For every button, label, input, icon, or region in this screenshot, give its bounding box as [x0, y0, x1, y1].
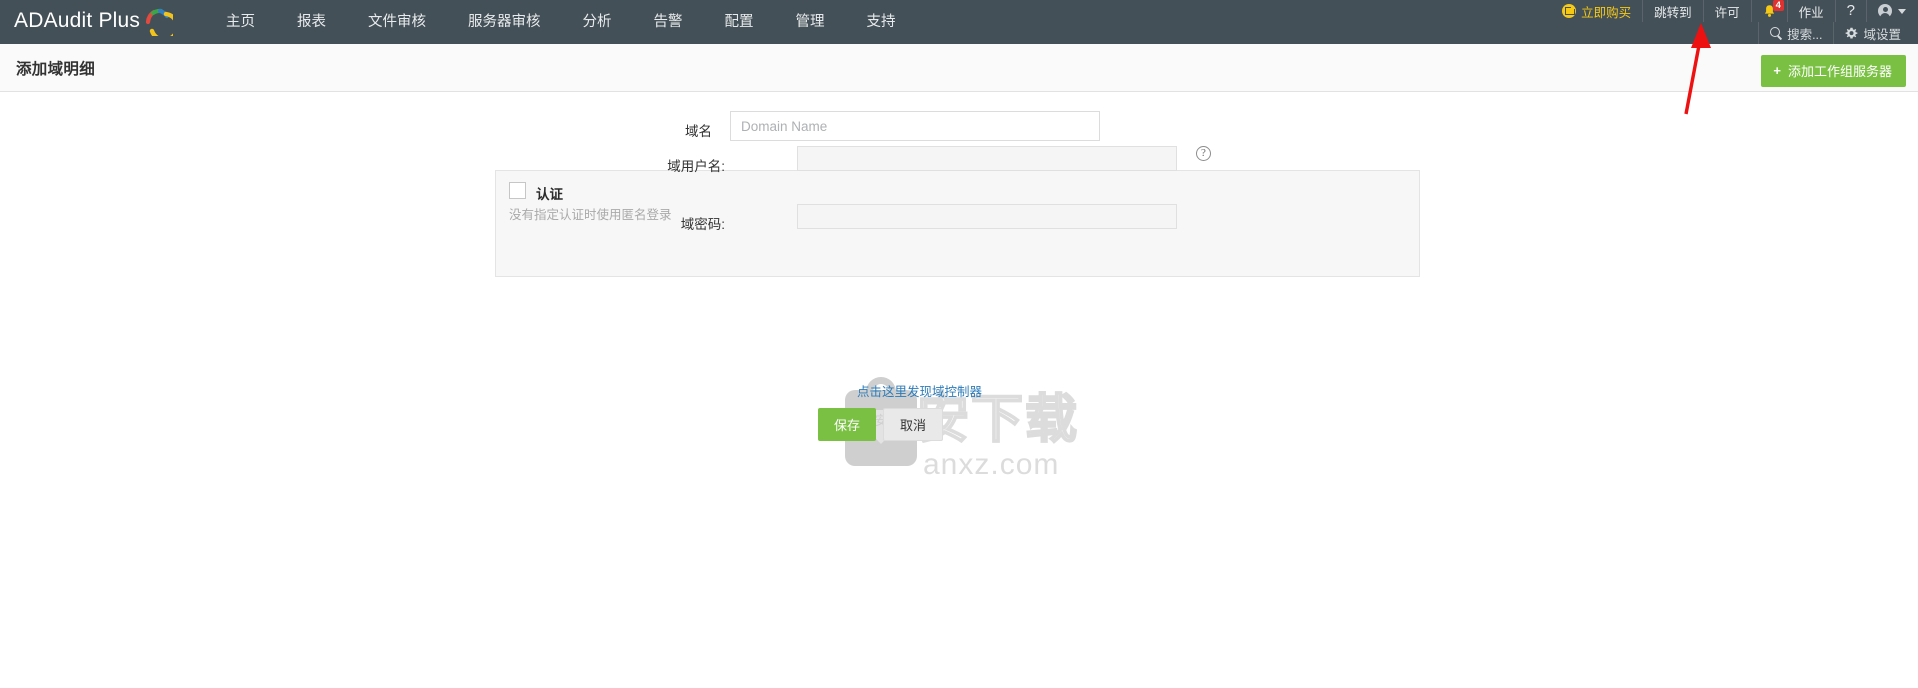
help-button[interactable]: ?	[1836, 0, 1867, 22]
app-logo[interactable]: ADAudit Plus	[14, 4, 180, 43]
domain-password-input[interactable]	[797, 204, 1177, 229]
form-actions: 保存 取消	[818, 408, 944, 441]
utility-bar-second: 搜索... 域设置	[1758, 22, 1912, 44]
jump-to-button[interactable]: 跳转到	[1643, 0, 1704, 22]
page-root: ADAudit Plus 主页 报表 文件审核 服务器审核 分析 告警 配置 管…	[0, 0, 1918, 688]
app-logo-text: ADAudit Plus	[14, 9, 141, 32]
domain-username-label: 域用户名:	[667, 159, 725, 174]
license-button[interactable]: 许可	[1704, 0, 1752, 22]
main-content: 域名 认证 没有指定认证时使用匿名登录 域用户名: ? 域密码: 安 安下载 a…	[0, 93, 1918, 688]
nav-item-home[interactable]: 主页	[205, 0, 276, 44]
bell-icon: 4	[1763, 0, 1784, 18]
add-workgroup-server-label: 添加工作组服务器	[1787, 64, 1892, 79]
nav-item-configuration[interactable]: 配置	[704, 0, 775, 44]
top-header-bar: ADAudit Plus 主页 报表 文件审核 服务器审核 分析 告警 配置 管…	[0, 0, 1918, 44]
notification-badge: 4	[1772, 0, 1784, 11]
jump-to-label: 跳转到	[1654, 5, 1692, 20]
notifications-button[interactable]: 4	[1752, 0, 1788, 22]
gear-icon	[1845, 27, 1858, 40]
sub-header: 添加域明细 + 添加工作组服务器	[0, 44, 1918, 92]
domain-name-input[interactable]	[730, 111, 1100, 141]
plus-icon: +	[1773, 63, 1781, 78]
logo-swirl-icon	[143, 6, 180, 43]
shopping-cart-icon	[1562, 4, 1577, 18]
domain-name-label: 域名	[685, 124, 712, 139]
add-workgroup-server-button[interactable]: + 添加工作组服务器	[1761, 55, 1906, 87]
chevron-down-icon	[1898, 8, 1906, 14]
jobs-button[interactable]: 作业	[1788, 0, 1836, 22]
cancel-button[interactable]: 取消	[883, 408, 944, 441]
page-title: 添加域明细	[16, 61, 96, 78]
utility-bar-top: 立即购买 跳转到 许可 4 作业 ?	[1551, 0, 1912, 22]
nav-item-admin[interactable]: 管理	[775, 0, 846, 44]
nav-item-analytics[interactable]: 分析	[562, 0, 633, 44]
jobs-label: 作业	[1798, 5, 1824, 20]
nav-item-server-audit[interactable]: 服务器审核	[447, 0, 562, 44]
discover-domain-controller-link[interactable]: 点击这里发现域控制器	[857, 381, 982, 400]
nav-item-support[interactable]: 支持	[846, 0, 917, 44]
authentication-label: 认证	[536, 187, 563, 202]
user-menu-button[interactable]	[1867, 0, 1912, 22]
domain-settings-button[interactable]: 域设置	[1833, 22, 1912, 44]
search-icon	[1770, 27, 1782, 39]
nav-item-alerts[interactable]: 告警	[633, 0, 704, 44]
domain-username-input[interactable]	[797, 146, 1177, 171]
help-circle-icon[interactable]: ?	[1196, 146, 1211, 161]
search-label: 搜索...	[1787, 27, 1823, 42]
main-navigation: 主页 报表 文件审核 服务器审核 分析 告警 配置 管理 支持	[205, 0, 917, 44]
watermark-subtext: anxz.com	[923, 448, 1060, 481]
license-label: 许可	[1714, 5, 1740, 20]
nav-item-file-audit[interactable]: 文件审核	[347, 0, 447, 44]
buy-now-button[interactable]: 立即购买	[1551, 0, 1644, 22]
nav-item-reports[interactable]: 报表	[276, 0, 347, 44]
domain-password-label: 域密码:	[680, 217, 725, 232]
question-mark-icon: ?	[1846, 2, 1855, 19]
authentication-checkbox[interactable]	[509, 182, 526, 199]
avatar-icon	[1878, 4, 1892, 18]
save-button[interactable]: 保存	[818, 408, 877, 441]
buy-now-label: 立即购买	[1581, 5, 1632, 20]
search-button[interactable]: 搜索...	[1758, 22, 1833, 44]
domain-settings-label: 域设置	[1863, 27, 1901, 42]
